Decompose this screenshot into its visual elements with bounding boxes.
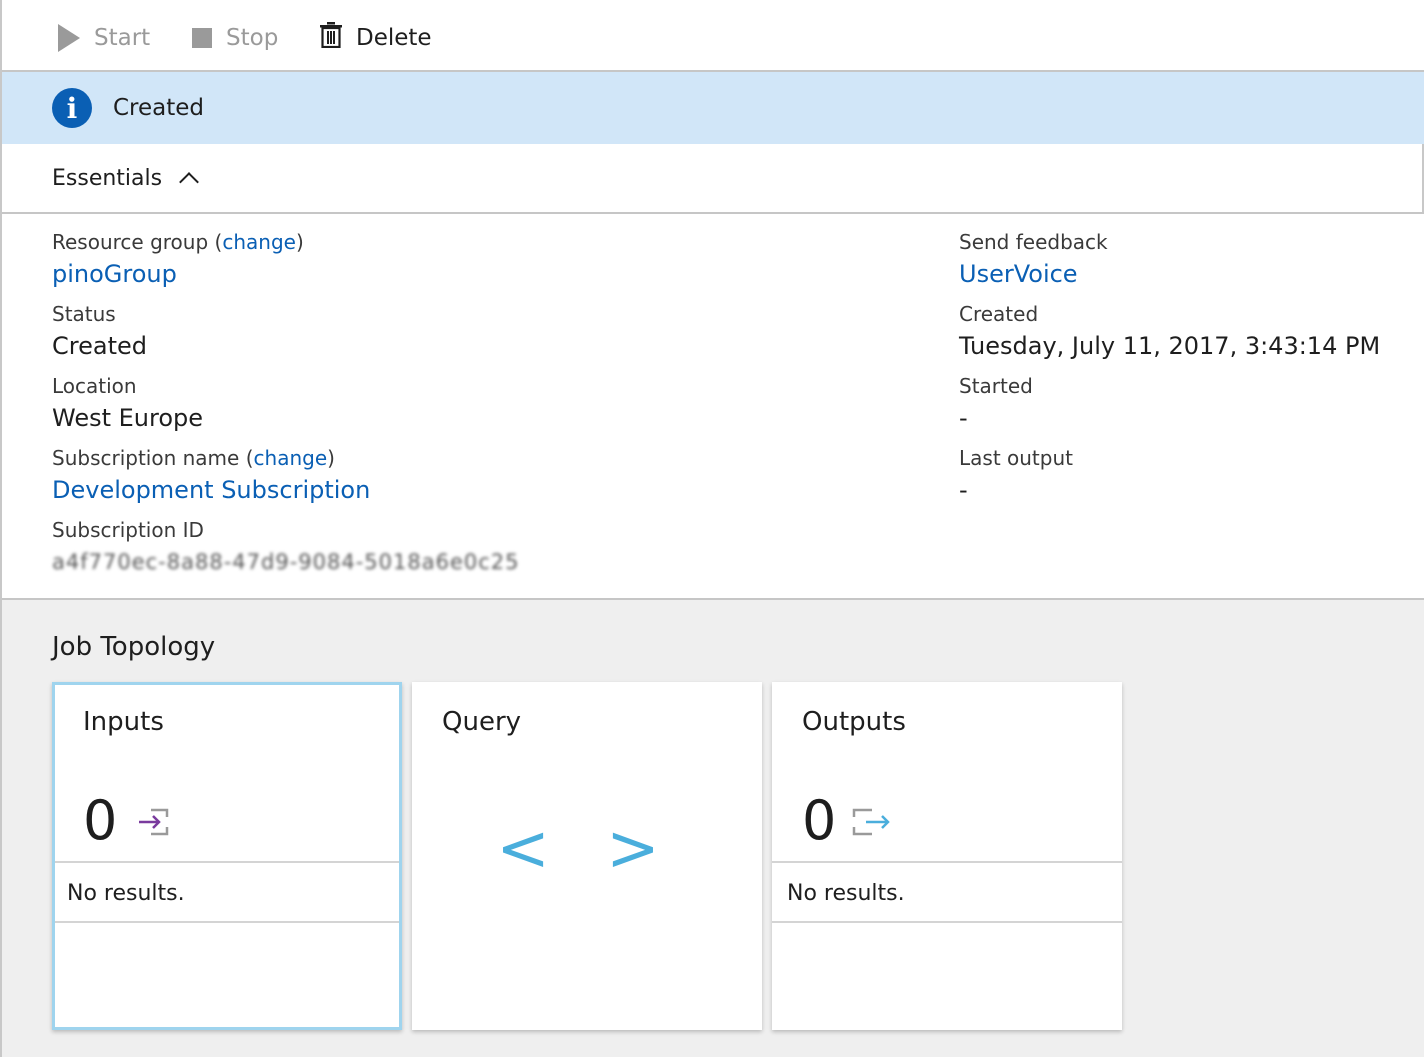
inputs-message: No results.: [67, 881, 185, 906]
info-icon: i: [52, 88, 92, 128]
delete-button[interactable]: Delete: [320, 20, 432, 56]
inputs-tile-title: Inputs: [83, 707, 164, 737]
trash-icon: [320, 22, 342, 54]
feedback-label: Send feedback: [959, 230, 1108, 254]
inputs-divider: [55, 861, 399, 863]
resource-group-value[interactable]: pinoGroup: [52, 260, 177, 288]
inputs-divider-bottom: [55, 921, 399, 923]
location-value: West Europe: [52, 404, 204, 432]
created-label: Created: [959, 302, 1039, 326]
created-value: Tuesday, July 11, 2017, 3:43:14 PM: [959, 332, 1381, 360]
started-label: Started: [959, 374, 1033, 398]
output-arrow-icon: [852, 807, 892, 841]
essentials-header[interactable]: Essentials: [2, 144, 1424, 214]
status-banner: i Created: [2, 72, 1424, 144]
outputs-count: 0: [802, 789, 837, 852]
outputs-tile[interactable]: Outputs 0 No results.: [772, 682, 1122, 1030]
subscription-name-label: Subscription name (change): [52, 446, 335, 470]
inputs-tile[interactable]: Inputs 0 No results.: [52, 682, 402, 1030]
subscription-change-link[interactable]: change: [254, 446, 328, 470]
resource-group-label: Resource group (change): [52, 230, 304, 254]
code-brackets-icon: < >: [496, 812, 678, 886]
query-tile-title: Query: [442, 707, 522, 737]
uservoice-link[interactable]: UserVoice: [959, 260, 1078, 288]
resource-group-change-link[interactable]: change: [222, 230, 296, 254]
location-label: Location: [52, 374, 137, 398]
stop-label: Stop: [226, 25, 279, 51]
last-output-value: -: [959, 476, 968, 504]
job-topology-section: Job Topology Inputs 0 No results. Query …: [2, 600, 1424, 1057]
essentials-panel: Resource group (change) pinoGroup Status…: [2, 214, 1424, 600]
subscription-name-value[interactable]: Development Subscription: [52, 476, 370, 504]
status-label: Status: [52, 302, 116, 326]
query-tile[interactable]: Query < >: [412, 682, 762, 1030]
subscription-id-value: a4f770ec-8a88-47d9-9084-5018a6e0c25: [52, 550, 520, 574]
outputs-divider: [772, 861, 1122, 863]
subscription-name-label-text: Subscription name: [52, 446, 240, 470]
status-value: Created: [52, 332, 147, 360]
subscription-id-label: Subscription ID: [52, 518, 204, 542]
command-toolbar: Start Stop Delete: [2, 0, 1424, 72]
delete-label: Delete: [356, 25, 432, 51]
last-output-label: Last output: [959, 446, 1073, 470]
outputs-message: No results.: [787, 881, 905, 906]
resource-group-label-text: Resource group: [52, 230, 209, 254]
inputs-count: 0: [83, 789, 118, 852]
stop-icon: [192, 28, 212, 48]
outputs-tile-title: Outputs: [802, 707, 906, 737]
start-button[interactable]: Start: [58, 20, 150, 56]
play-icon: [58, 24, 80, 52]
start-label: Start: [94, 25, 151, 51]
essentials-title: Essentials: [52, 165, 163, 191]
input-arrow-icon: [137, 807, 171, 841]
status-banner-text: Created: [113, 95, 205, 121]
started-value: -: [959, 404, 968, 432]
outputs-divider-bottom: [772, 921, 1122, 923]
stop-button[interactable]: Stop: [190, 20, 278, 56]
job-topology-title: Job Topology: [52, 632, 216, 662]
chevron-up-icon[interactable]: [179, 172, 200, 192]
